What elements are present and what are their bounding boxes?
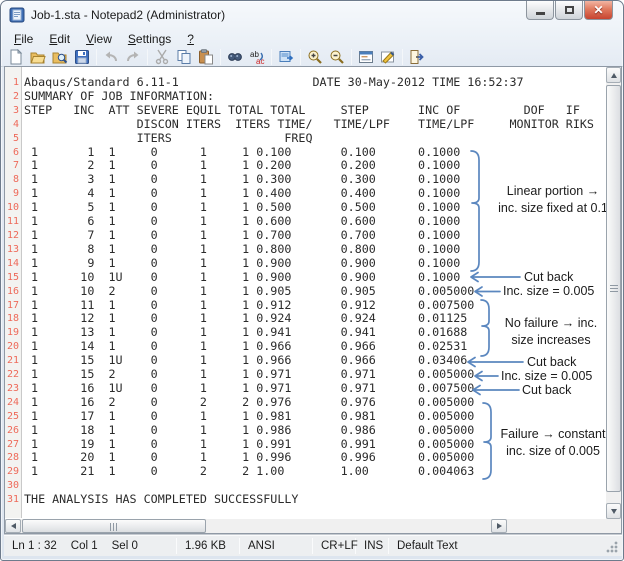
menu-item-edit[interactable]: Edit: [41, 30, 78, 48]
up-arrow-icon: [610, 72, 617, 78]
svg-text:ac: ac: [256, 57, 264, 65]
scrollbar-corner: [606, 519, 621, 533]
annotation-failure-constant: Failure → constant inc. size of 0.005: [497, 426, 609, 459]
toolbar-separator: [147, 49, 148, 65]
toolbar-separator: [351, 49, 352, 65]
close-icon: ✕: [593, 3, 604, 17]
transparent-mode-icon[interactable]: [278, 49, 294, 65]
title-bar[interactable]: Job-1.sta - Notepad2 (Administrator) ✕: [1, 1, 623, 28]
annotation-cut-back-2: Cut back: [527, 355, 577, 369]
toolbar-separator: [220, 49, 221, 65]
status-scheme[interactable]: Default Text: [389, 535, 466, 556]
save-file-icon[interactable]: [74, 49, 90, 65]
toolbar-separator: [96, 49, 97, 65]
status-position: Ln 1 : 32 Col 1 Sel 0: [4, 535, 176, 556]
exit-icon[interactable]: [409, 49, 425, 65]
left-arrow-icon: [10, 523, 16, 529]
annotation-inc-size-1: Inc. size = 0.005: [503, 284, 595, 298]
annotation-inc-size-2: Inc. size = 0.005: [501, 369, 593, 383]
status-column: Col 1: [70, 539, 98, 552]
resize-grip[interactable]: [606, 541, 618, 553]
thumb-grip: [110, 523, 118, 531]
scroll-right-button[interactable]: [491, 519, 507, 533]
status-line-ending[interactable]: CR+LF: [313, 535, 358, 556]
scroll-left-button[interactable]: [5, 519, 21, 533]
annotation-text: No failure → inc.: [504, 316, 598, 330]
status-selection: Sel 0: [111, 539, 138, 552]
maximize-icon: [564, 6, 574, 14]
vertical-scroll-thumb[interactable]: [606, 85, 621, 492]
toolbar-separator: [402, 49, 403, 65]
annotation-no-failure: No failure → inc. size increases: [495, 315, 607, 348]
annotation-text: size increases: [511, 332, 591, 347]
minimize-icon: [535, 12, 545, 15]
paste-icon[interactable]: [198, 49, 214, 65]
close-button[interactable]: ✕: [584, 1, 613, 20]
toolbar-separator: [300, 49, 301, 65]
annotation-text: inc. size fixed at 0.1: [498, 200, 608, 215]
status-encoding[interactable]: ANSI: [240, 535, 312, 556]
annotation-cut-back-1: Cut back: [524, 270, 574, 284]
notepad2-window: Job-1.sta - Notepad2 (Administrator) ✕ F…: [0, 0, 624, 561]
right-arrow-icon: [496, 523, 502, 529]
scroll-down-button[interactable]: [606, 503, 621, 519]
undo-icon[interactable]: [103, 49, 119, 65]
down-arrow-icon: [610, 508, 617, 514]
scroll-up-button[interactable]: [606, 67, 621, 83]
annotation-text: inc. size of 0.005: [506, 443, 600, 458]
annotation-linear-portion: Linear portion → inc. size fixed at 0.1: [491, 183, 615, 216]
cut-icon[interactable]: [154, 49, 170, 65]
horizontal-scroll-thumb[interactable]: [22, 519, 206, 533]
horizontal-scrollbar[interactable]: [5, 519, 606, 533]
annotation-text: Failure → constant: [500, 427, 606, 441]
new-file-icon[interactable]: [8, 49, 24, 65]
menu-item-help[interactable]: ?: [179, 30, 202, 48]
annotation-cut-back-3: Cut back: [522, 383, 572, 397]
status-bar: Ln 1 : 32 Col 1 Sel 0 1.96 KB ANSI CR+LF…: [4, 534, 622, 556]
customize-schemes-icon[interactable]: [358, 49, 374, 65]
redo-icon[interactable]: [125, 49, 141, 65]
zoom-in-icon[interactable]: [307, 49, 323, 65]
menu-bar: File Edit View Settings?: [6, 30, 202, 48]
minimize-button[interactable]: [526, 1, 554, 20]
app-icon: [9, 7, 25, 23]
zoom-out-icon[interactable]: [329, 49, 345, 65]
line-numbers: 1 2 3 4 5 6 7 8 9 10 11 12 13 14 15 16 1…: [6, 77, 19, 506]
status-file-size: 1.96 KB: [185, 539, 226, 552]
vertical-scrollbar[interactable]: [606, 67, 621, 519]
find-icon[interactable]: [227, 49, 243, 65]
browse-files-icon[interactable]: [52, 49, 68, 65]
annotation-text: Linear portion →: [506, 184, 600, 198]
copy-icon[interactable]: [176, 49, 192, 65]
status-line: Ln 1 : 32: [12, 539, 57, 552]
maximize-button[interactable]: [555, 1, 583, 20]
status-insert-mode[interactable]: INS: [356, 535, 388, 556]
menu-item-settings[interactable]: Settings: [120, 30, 179, 48]
replace-icon[interactable]: abac: [249, 49, 265, 65]
toolbar-separator: [271, 49, 272, 65]
menu-item-file[interactable]: File: [6, 30, 41, 48]
window-title: Job-1.sta - Notepad2 (Administrator): [31, 8, 226, 22]
toolbar: ab ac: [5, 48, 428, 66]
select-scheme-icon[interactable]: [380, 49, 396, 65]
open-file-icon[interactable]: [30, 49, 46, 65]
thumb-grip: [610, 284, 618, 293]
menu-item-view[interactable]: View: [78, 30, 120, 48]
